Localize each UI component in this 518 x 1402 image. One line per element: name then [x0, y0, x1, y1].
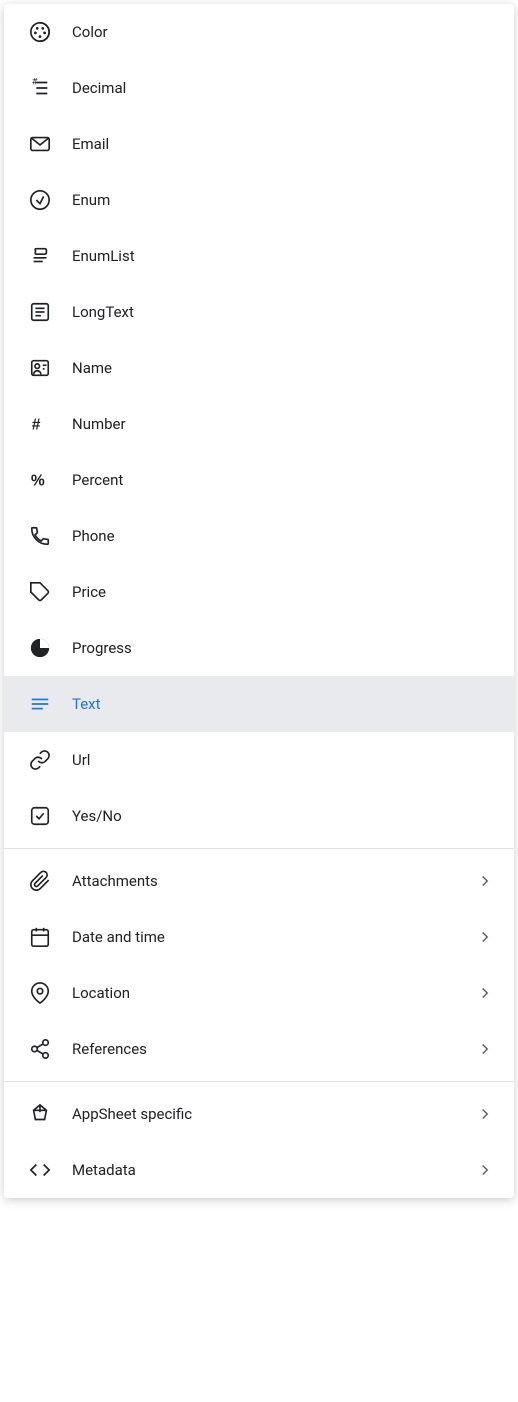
yesno-icon [24, 805, 56, 827]
price-icon [24, 581, 56, 603]
menu-item-location[interactable]: Location [4, 965, 514, 1021]
menu-item-number[interactable]: # Number [4, 396, 514, 452]
url-icon [24, 749, 56, 771]
location-icon [24, 982, 56, 1004]
menu-item-url-label: Url [72, 751, 494, 769]
datetime-arrow-icon [476, 928, 494, 946]
menu-item-color[interactable]: Color [4, 4, 514, 60]
menu-item-url[interactable]: Url [4, 732, 514, 788]
svg-text:%: % [31, 473, 45, 490]
menu-item-progress[interactable]: Progress [4, 620, 514, 676]
menu-item-attachments[interactable]: Attachments [4, 853, 514, 909]
appsheet-arrow-icon [476, 1105, 494, 1123]
menu-item-number-label: Number [72, 415, 494, 433]
svg-text:#: # [32, 417, 41, 434]
menu-item-percent-label: Percent [72, 471, 494, 489]
menu-item-price[interactable]: Price [4, 564, 514, 620]
references-arrow-icon [476, 1040, 494, 1058]
menu-item-references-label: References [72, 1040, 476, 1058]
attachments-arrow-icon [476, 872, 494, 890]
percent-icon: % [24, 469, 56, 491]
progress-icon [24, 637, 56, 659]
attachments-icon [24, 870, 56, 892]
menu-item-text-label: Text [72, 695, 494, 713]
enumlist-icon [24, 245, 56, 267]
menu-item-metadata[interactable]: Metadata [4, 1142, 514, 1198]
location-arrow-icon [476, 984, 494, 1002]
datetime-icon [24, 926, 56, 948]
menu-item-name[interactable]: Name [4, 340, 514, 396]
name-icon [24, 357, 56, 379]
menu-item-references[interactable]: References [4, 1021, 514, 1077]
menu-item-yesno[interactable]: Yes/No [4, 788, 514, 844]
number-icon: # [24, 413, 56, 435]
menu-item-progress-label: Progress [72, 639, 494, 657]
color-icon [24, 21, 56, 43]
metadata-arrow-icon [476, 1161, 494, 1179]
menu-item-text[interactable]: Text [4, 676, 514, 732]
svg-text:#: # [32, 77, 38, 87]
menu-item-price-label: Price [72, 583, 494, 601]
menu-item-longtext-label: LongText [72, 303, 494, 321]
menu-item-enum-label: Enum [72, 191, 494, 209]
menu-item-datetime[interactable]: Date and time [4, 909, 514, 965]
divider-2 [4, 1081, 514, 1082]
divider-1 [4, 848, 514, 849]
menu-item-enum[interactable]: Enum [4, 172, 514, 228]
menu-item-enumlist[interactable]: EnumList [4, 228, 514, 284]
menu-item-decimal-label: Decimal [72, 79, 494, 97]
dropdown-menu: Color # Decimal Email [4, 4, 514, 1198]
appsheet-icon [24, 1103, 56, 1125]
menu-item-email-label: Email [72, 135, 494, 153]
enum-icon [24, 189, 56, 211]
menu-item-yesno-label: Yes/No [72, 807, 494, 825]
menu-item-color-label: Color [72, 23, 494, 41]
menu-item-longtext[interactable]: LongText [4, 284, 514, 340]
menu-item-metadata-label: Metadata [72, 1161, 476, 1179]
menu-item-location-label: Location [72, 984, 476, 1002]
decimal-icon: # [24, 77, 56, 99]
menu-item-decimal[interactable]: # Decimal [4, 60, 514, 116]
menu-item-percent[interactable]: % Percent [4, 452, 514, 508]
menu-item-phone[interactable]: Phone [4, 508, 514, 564]
menu-item-name-label: Name [72, 359, 494, 377]
menu-item-appsheet[interactable]: AppSheet specific [4, 1086, 514, 1142]
references-icon [24, 1038, 56, 1060]
metadata-icon [24, 1159, 56, 1181]
menu-item-attachments-label: Attachments [72, 872, 476, 890]
menu-item-appsheet-label: AppSheet specific [72, 1105, 476, 1123]
menu-item-datetime-label: Date and time [72, 928, 476, 946]
longtext-icon [24, 301, 56, 323]
text-icon [24, 693, 56, 715]
menu-item-email[interactable]: Email [4, 116, 514, 172]
phone-icon [24, 525, 56, 547]
menu-item-phone-label: Phone [72, 527, 494, 545]
menu-item-enumlist-label: EnumList [72, 247, 494, 265]
email-icon [24, 133, 56, 155]
